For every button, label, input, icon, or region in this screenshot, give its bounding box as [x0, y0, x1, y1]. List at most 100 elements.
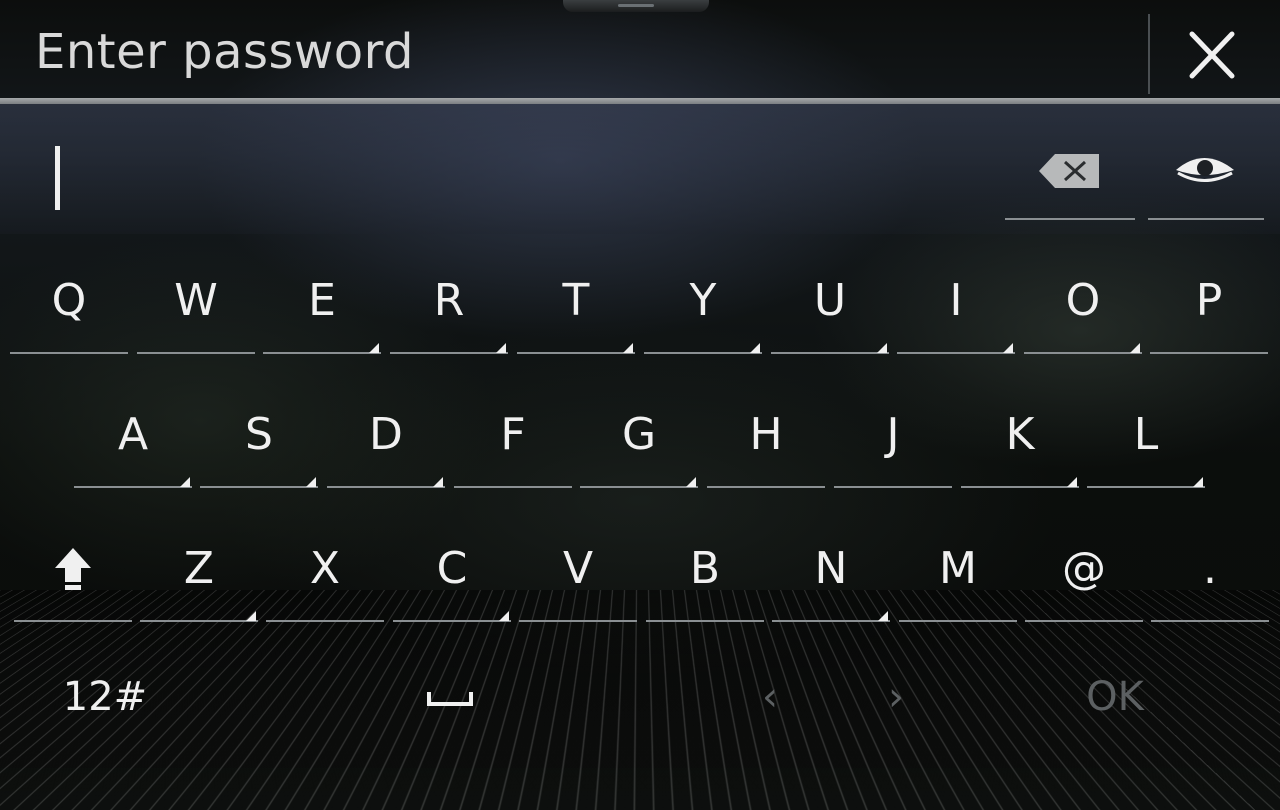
space-icon [427, 692, 473, 706]
key-f[interactable]: F [454, 398, 572, 498]
key-x[interactable]: X [266, 532, 384, 632]
key-label: P [1195, 274, 1223, 326]
ok-button[interactable]: OK [1060, 662, 1170, 732]
key-label: Q [51, 274, 87, 326]
key-underline [266, 620, 384, 622]
key-label: Y [689, 274, 717, 326]
key-label: A [117, 408, 149, 460]
key-underline [140, 620, 258, 622]
accent-indicator [1130, 343, 1140, 353]
key-underline [263, 352, 381, 354]
key-underline [519, 620, 637, 622]
key-v[interactable]: V [519, 532, 637, 632]
accent-indicator [750, 343, 760, 353]
key-underline [644, 352, 762, 354]
key-label: . [1203, 542, 1217, 594]
key-underline [517, 352, 635, 354]
header: Enter password [0, 0, 1280, 100]
key-g[interactable]: G [580, 398, 698, 498]
accent-indicator [496, 343, 506, 353]
key-underline [390, 352, 508, 354]
accent-indicator [369, 343, 379, 353]
key-label: U [813, 274, 847, 326]
key-c[interactable]: C [393, 532, 511, 632]
key-label: M [939, 542, 977, 594]
key-underline [14, 620, 132, 622]
close-icon [1189, 31, 1235, 79]
backspace-underline [1005, 218, 1135, 220]
key-label: O [1065, 274, 1101, 326]
key-q[interactable]: Q [10, 264, 128, 364]
key-underline [580, 486, 698, 488]
key-a[interactable]: A [74, 398, 192, 498]
key-period[interactable]: . [1151, 532, 1269, 632]
cursor-right-button[interactable]: › [866, 662, 926, 732]
key-y[interactable]: Y [644, 264, 762, 364]
key-label: T [562, 274, 590, 326]
key-underline [961, 486, 1079, 488]
key-label: R [433, 274, 465, 326]
header-divider [1148, 14, 1150, 94]
key-d[interactable]: D [327, 398, 445, 498]
shift-button[interactable] [14, 532, 132, 632]
key-underline [1150, 352, 1268, 354]
key-underline [1024, 352, 1142, 354]
key-label: E [308, 274, 336, 326]
key-underline [137, 352, 255, 354]
key-label: D [369, 408, 403, 460]
eye-underline [1148, 218, 1264, 220]
key-underline [393, 620, 511, 622]
key-label: F [500, 408, 526, 460]
key-i[interactable]: I [897, 264, 1015, 364]
key-underline [200, 486, 318, 488]
key-label: H [749, 408, 783, 460]
cursor-left-button[interactable]: ‹ [740, 662, 800, 732]
key-underline [1025, 620, 1143, 622]
accent-indicator [246, 611, 256, 621]
accent-indicator [686, 477, 696, 487]
key-label: V [562, 542, 594, 594]
key-underline [646, 620, 764, 622]
key-label: J [886, 408, 900, 460]
key-e[interactable]: E [263, 264, 381, 364]
space-button[interactable] [390, 662, 510, 732]
key-label: K [1005, 408, 1035, 460]
key-j[interactable]: J [834, 398, 952, 498]
key-h[interactable]: H [707, 398, 825, 498]
text-cursor [55, 146, 60, 210]
eye-icon [1176, 158, 1234, 182]
key-underline [74, 486, 192, 488]
backspace-button[interactable] [1005, 140, 1135, 220]
key-r[interactable]: R [390, 264, 508, 364]
key-at[interactable]: @ [1025, 532, 1143, 632]
accent-indicator [1067, 477, 1077, 487]
key-label: C [436, 542, 468, 594]
key-o[interactable]: O [1024, 264, 1142, 364]
key-label: Z [183, 542, 215, 594]
accent-indicator [878, 611, 888, 621]
key-underline [897, 352, 1015, 354]
key-b[interactable]: B [646, 532, 764, 632]
key-underline [899, 620, 1017, 622]
key-u[interactable]: U [771, 264, 889, 364]
key-z[interactable]: Z [140, 532, 258, 632]
accent-indicator [1003, 343, 1013, 353]
key-underline [707, 486, 825, 488]
numbers-symbols-button[interactable]: 12# [40, 662, 170, 732]
key-label: W [174, 274, 218, 326]
key-p[interactable]: P [1150, 264, 1268, 364]
close-button[interactable] [1170, 16, 1254, 96]
key-k[interactable]: K [961, 398, 1079, 498]
key-w[interactable]: W [137, 264, 255, 364]
key-underline [1087, 486, 1205, 488]
key-l[interactable]: L [1087, 398, 1205, 498]
key-m[interactable]: M [899, 532, 1017, 632]
key-label: S [245, 408, 273, 460]
key-underline [771, 352, 889, 354]
key-s[interactable]: S [200, 398, 318, 498]
key-n[interactable]: N [772, 532, 890, 632]
show-password-button[interactable] [1148, 140, 1264, 220]
key-t[interactable]: T [517, 264, 635, 364]
accent-indicator [877, 343, 887, 353]
shift-icon-wrap [14, 532, 132, 604]
